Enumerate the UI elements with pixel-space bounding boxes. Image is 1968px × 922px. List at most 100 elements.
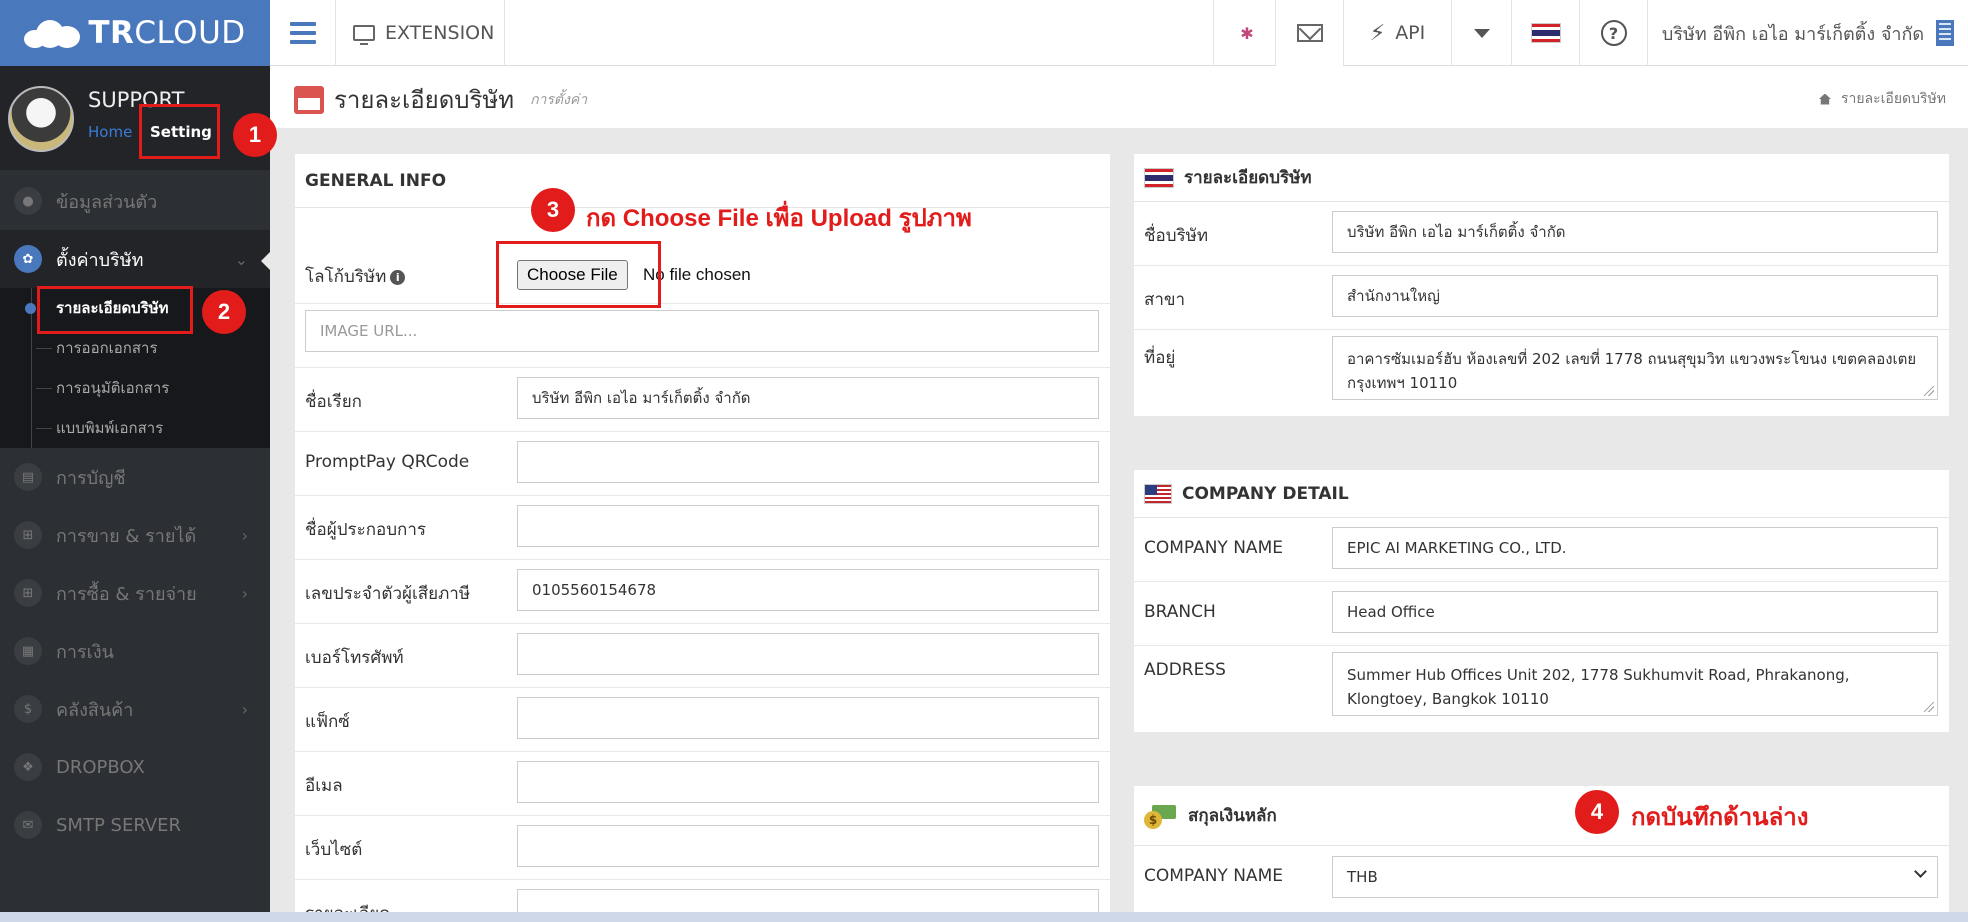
display-name-input[interactable]: บริษัท อีพิก เอไอ มาร์เก็ตติ้ง จำกัด	[517, 377, 1099, 419]
party-popper-icon: ✱	[1240, 23, 1254, 43]
panel-title: สกุลเงินหลัก	[1188, 806, 1277, 826]
app-logo[interactable]: TR CLOUD	[0, 0, 270, 66]
annotation-box-company-detail	[37, 286, 193, 334]
extension-button[interactable]: EXTENSION	[337, 0, 505, 66]
dollar-icon: $	[14, 695, 42, 723]
form-row: ที่อยู่ อาคารซัมเมอร์ฮับ ห้องเลขที่ 202 …	[1134, 330, 1949, 416]
annotation-number-3: 3	[531, 188, 575, 232]
panel-title: GENERAL INFO	[305, 170, 447, 191]
money-icon	[1144, 803, 1178, 829]
panel-title: COMPANY DETAIL	[1182, 483, 1349, 504]
sidebar-item-profile[interactable]: ● ข้อมูลส่วนตัว	[0, 172, 270, 230]
form-row: เลขประจำตัวผู้เสียภาษี 0105560154678	[295, 560, 1110, 624]
sidebar-item-label: คลังสินค้า	[56, 699, 134, 721]
form-row: ชื่อเรียก บริษัท อีพิก เอไอ มาร์เก็ตติ้ง…	[295, 368, 1110, 432]
resize-handle-icon[interactable]	[1924, 702, 1934, 712]
form-row: ADDRESS Summer Hub Offices Unit 202, 177…	[1134, 646, 1949, 732]
field-label: ชื่อเรียก	[305, 392, 362, 412]
sidebar-item-smtp[interactable]: ✉ SMTP SERVER	[0, 796, 270, 854]
info-icon: i	[390, 270, 406, 285]
company-name-th-input[interactable]: บริษัท อีพิก เอไอ มาร์เก็ตติ้ง จำกัด	[1332, 211, 1938, 253]
website-input[interactable]	[517, 825, 1099, 867]
annotation-note-3: กด Choose File เพื่อ Upload รูปภาพ	[586, 205, 972, 232]
cart-icon: ⊞	[14, 579, 42, 607]
submenu-item-document-issue[interactable]: การออกเอกสาร	[0, 328, 270, 368]
sidebar-item-company-settings[interactable]: ✿ ตั้งค่าบริษัท ⌄	[0, 230, 270, 288]
submenu-item-label: แบบพิมพ์เอกสาร	[56, 419, 164, 437]
bottom-strip	[0, 912, 1968, 922]
promptpay-input[interactable]	[517, 441, 1099, 483]
form-row: เบอร์โทรศัพท์	[295, 624, 1110, 688]
sidebar-item-label: ตั้งค่าบริษัท	[56, 249, 144, 271]
sidebar-item-accounting[interactable]: ▤ การบัญชี	[0, 448, 270, 506]
us-flag-icon	[1144, 483, 1172, 504]
fax-input[interactable]	[517, 697, 1099, 739]
image-url-input[interactable]: IMAGE URL...	[305, 310, 1099, 352]
field-label: อีเมล	[305, 776, 343, 796]
field-label: สาขา	[1144, 290, 1186, 310]
mail-button[interactable]	[1275, 0, 1343, 66]
submenu-item-print-template[interactable]: แบบพิมพ์เอกสาร	[0, 408, 270, 448]
address-th-textarea[interactable]: อาคารซัมเมอร์ฮับ ห้องเลขที่ 202 เลขที่ 1…	[1332, 336, 1938, 400]
company-name-en-input[interactable]: EPIC AI MARKETING CO., LTD.	[1332, 527, 1938, 569]
plug-icon: ⚡	[1369, 20, 1386, 46]
help-button[interactable]: ?	[1579, 0, 1647, 66]
mail-icon: ✉	[14, 811, 42, 839]
sidebar-item-label: DROPBOX	[56, 756, 145, 778]
annotation-number-2: 2	[202, 290, 246, 334]
chevron-down-icon	[1914, 865, 1927, 878]
field-label: เลขประจำตัวผู้เสียภาษี	[305, 584, 471, 604]
menu-toggle-icon[interactable]	[270, 0, 336, 66]
bullet-icon	[25, 303, 36, 314]
page-header: รายละเอียดบริษัท การตั้งค่า รายละเอียดบร…	[270, 66, 1968, 128]
annotation-number-4: 4	[1575, 790, 1619, 834]
monitor-icon	[353, 25, 375, 45]
home-link[interactable]: Home	[88, 123, 132, 141]
currency-select[interactable]: THB	[1332, 856, 1938, 898]
sidebar-item-finance[interactable]: ▦ การเงิน	[0, 622, 270, 680]
sidebar-item-dropbox[interactable]: ❖ DROPBOX	[0, 738, 270, 796]
company-switcher[interactable]: บริษัท อีพิก เอไอ มาร์เก็ตติ้ง จำกัด	[1647, 0, 1968, 66]
branch-th-input[interactable]: สำนักงานใหญ่	[1332, 275, 1938, 317]
phone-input[interactable]	[517, 633, 1099, 675]
address-en-textarea[interactable]: Summer Hub Offices Unit 202, 1778 Sukhum…	[1332, 652, 1938, 716]
chevron-right-icon: ›	[241, 526, 248, 545]
address-line: อาคารซัมเมอร์ฮับ ห้องเลขที่ 202 เลขที่ 1…	[1347, 350, 1917, 368]
thai-detail-panel: รายละเอียดบริษัท ชื่อบริษัท บริษัท อีพิก…	[1134, 154, 1949, 416]
field-label: BRANCH	[1144, 602, 1216, 622]
field-label: แฟ็กซ์	[305, 712, 350, 732]
submenu-connector	[36, 348, 52, 349]
currency-header: สกุลเงินหลัก	[1134, 786, 1949, 846]
sidebar-item-sales[interactable]: ⊞ การขาย & รายได้ ›	[0, 506, 270, 564]
email-input[interactable]	[517, 761, 1099, 803]
submenu-connector	[36, 428, 52, 429]
sidebar-item-inventory[interactable]: $ คลังสินค้า ›	[0, 680, 270, 738]
sidebar-item-label: การบัญชี	[56, 467, 126, 489]
operator-name-input[interactable]	[517, 505, 1099, 547]
submenu-item-document-approval[interactable]: การอนุมัติเอกสาร	[0, 368, 270, 408]
api-button[interactable]: ⚡ API	[1343, 0, 1451, 66]
field-label: ADDRESS	[1144, 660, 1226, 680]
field-label: เว็บไซต์	[305, 840, 363, 860]
form-row: COMPANY NAME THB	[1134, 846, 1949, 912]
field-label: COMPANY NAME	[1144, 538, 1283, 558]
extension-label: EXTENSION	[385, 22, 495, 44]
api-dropdown-button[interactable]	[1451, 0, 1511, 66]
language-button[interactable]	[1511, 0, 1579, 66]
tax-id-input[interactable]: 0105560154678	[517, 569, 1099, 611]
page-title-group: รายละเอียดบริษัท การตั้งค่า	[294, 80, 587, 119]
resize-handle-icon[interactable]	[1924, 386, 1934, 396]
form-row: ชื่อผู้ประกอบการ	[295, 496, 1110, 560]
image-url-row: IMAGE URL...	[295, 304, 1110, 368]
sidebar-item-purchases[interactable]: ⊞ การซื้อ & รายจ่าย ›	[0, 564, 270, 622]
form-row: เว็บไซต์	[295, 816, 1110, 880]
book-icon: ▤	[14, 463, 42, 491]
submenu-connector	[36, 388, 52, 389]
breadcrumb-current: รายละเอียดบริษัท	[1840, 91, 1946, 107]
form-row: BRANCH Head Office	[1134, 582, 1949, 646]
form-row: PromptPay QRCode	[295, 432, 1110, 496]
form-row: อีเมล	[295, 752, 1110, 816]
home-icon[interactable]	[1818, 93, 1831, 105]
field-label: ที่อยู่	[1144, 348, 1176, 368]
branch-en-input[interactable]: Head Office	[1332, 591, 1938, 633]
